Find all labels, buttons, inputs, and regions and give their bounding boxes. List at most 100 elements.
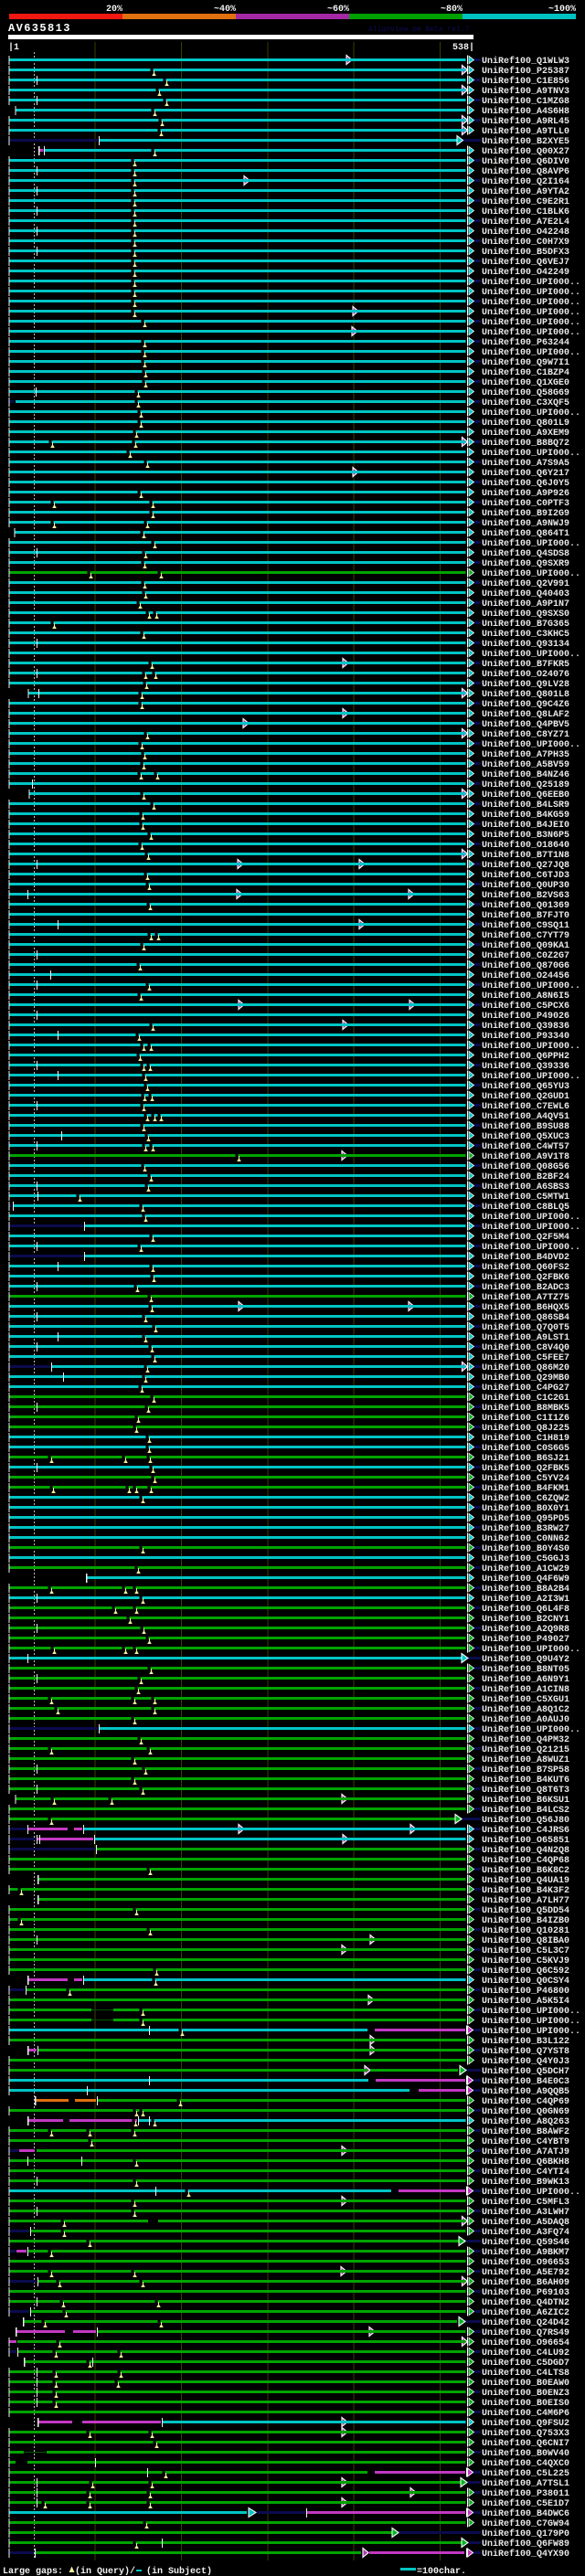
svg-text:UniRef100_B7SP58: UniRef100_B7SP58 xyxy=(482,1765,569,1776)
svg-text:UniRef100_Q870G6: UniRef100_Q870G6 xyxy=(482,960,569,971)
svg-text:UniRef100_B4LCS2: UniRef100_B4LCS2 xyxy=(482,1805,569,1816)
svg-text:UniRef100_C4YBT9: UniRef100_C4YBT9 xyxy=(482,2136,569,2147)
svg-text:UniRef100_C5MFL3: UniRef100_C5MFL3 xyxy=(482,2197,569,2208)
svg-text:AV635813: AV635813 xyxy=(8,22,71,35)
svg-text:UniRef100_P49026: UniRef100_P49026 xyxy=(482,1011,569,1022)
svg-text:UniRef100_A3FQ74: UniRef100_A3FQ74 xyxy=(482,2227,569,2238)
svg-text:UniRef100_Q9FSU2: UniRef100_Q9FSU2 xyxy=(482,2418,569,2429)
svg-text:(in Subject): (in Subject) xyxy=(146,2566,212,2576)
svg-text:UniRef100_B4E0C3: UniRef100_B4E0C3 xyxy=(482,2076,569,2087)
svg-text:UniRef100_Q1XGE0: UniRef100_Q1XGE0 xyxy=(482,377,569,388)
svg-text:UniRef100_C5L225: UniRef100_C5L225 xyxy=(482,2468,569,2479)
svg-text:UniRef100_C5MTW1: UniRef100_C5MTW1 xyxy=(482,1192,569,1203)
svg-text:UniRef100_Q39836: UniRef100_Q39836 xyxy=(482,1021,569,1032)
svg-text:UniRef100_B0WV40: UniRef100_B0WV40 xyxy=(482,2448,569,2459)
svg-text:UniRef100_Q2FBK5: UniRef100_Q2FBK5 xyxy=(482,1463,569,1474)
svg-text:UniRef100_A1CIN8: UniRef100_A1CIN8 xyxy=(482,1684,569,1695)
svg-text:UniRef100_B8AWF2: UniRef100_B8AWF2 xyxy=(482,2126,569,2137)
svg-text:UniRef100_UPI000..: UniRef100_UPI000.. xyxy=(482,1242,580,1253)
svg-text:UniRef100_P49027: UniRef100_P49027 xyxy=(482,1634,569,1645)
svg-text:UniRef100_Q8AVP6: UniRef100_Q8AVP6 xyxy=(482,166,569,177)
svg-text:UniRef100_A7ATJ9: UniRef100_A7ATJ9 xyxy=(482,2147,569,2157)
svg-text:UniRef100_B4JEI0: UniRef100_B4JEI0 xyxy=(482,820,569,831)
svg-text:UniRef100_A9XEM9: UniRef100_A9XEM9 xyxy=(482,428,569,439)
svg-text:UniRef100_B4LSR9: UniRef100_B4LSR9 xyxy=(482,800,569,811)
svg-text:UniRef100_C5L3C7: UniRef100_C5L3C7 xyxy=(482,1945,569,1956)
svg-text:UniRef100_A7S9A5: UniRef100_A7S9A5 xyxy=(482,458,569,469)
svg-text:UniRef100_A9YTA2: UniRef100_A9YTA2 xyxy=(482,186,569,197)
svg-text:UniRef100_C5YV24: UniRef100_C5YV24 xyxy=(482,1473,569,1484)
svg-text:UniRef100_C8BLQ5: UniRef100_C8BLQ5 xyxy=(482,1202,569,1213)
svg-text:UniRef100_A9V1T8: UniRef100_A9V1T8 xyxy=(482,1151,569,1162)
svg-text:~100%: ~100% xyxy=(548,5,576,15)
svg-text:UniRef100_B4DWC6: UniRef100_B4DWC6 xyxy=(482,2508,569,2519)
svg-text:UniRef100_UPI000..: UniRef100_UPI000.. xyxy=(482,649,580,660)
svg-text:UniRef100_Q21215: UniRef100_Q21215 xyxy=(482,1744,569,1755)
svg-text:UniRef100_B4NZ46: UniRef100_B4NZ46 xyxy=(482,769,569,780)
svg-text:UniRef100_B9SU88: UniRef100_B9SU88 xyxy=(482,1121,569,1132)
svg-text:UniRef100_B9WK13: UniRef100_B9WK13 xyxy=(482,2177,569,2188)
svg-text:UniRef100_Q6J0Y5: UniRef100_Q6J0Y5 xyxy=(482,478,569,489)
svg-text:UniRef100_A4S6H8: UniRef100_A4S6H8 xyxy=(482,106,569,117)
svg-text:UniRef100_A2Q9R8: UniRef100_A2Q9R8 xyxy=(482,1624,569,1635)
svg-text:UniRef100_Q179P0: UniRef100_Q179P0 xyxy=(482,2528,569,2539)
svg-text:UniRef100_Q95PD5: UniRef100_Q95PD5 xyxy=(482,1513,569,1524)
svg-text:UniRef100_Q6CNI7: UniRef100_Q6CNI7 xyxy=(482,2438,569,2449)
svg-text:UniRef100_A5E792: UniRef100_A5E792 xyxy=(482,2267,569,2278)
svg-text:UniRef100_A5DAQ8: UniRef100_A5DAQ8 xyxy=(482,2217,569,2228)
svg-text:UniRef100_Q4Y0J3: UniRef100_Q4Y0J3 xyxy=(482,2056,569,2067)
svg-text:UniRef100_Q9U4Y2: UniRef100_Q9U4Y2 xyxy=(482,1654,569,1665)
svg-text:UniRef100_UPI000..: UniRef100_UPI000.. xyxy=(482,1041,580,1052)
svg-text:UniRef100_C0S6G5: UniRef100_C0S6G5 xyxy=(482,1443,569,1454)
svg-text:UniRef100_Q7RS49: UniRef100_Q7RS49 xyxy=(482,2327,569,2338)
svg-text:UniRef100_B8A2B4: UniRef100_B8A2B4 xyxy=(482,1584,569,1595)
svg-text:UniRef100_A9QQB5: UniRef100_A9QQB5 xyxy=(482,2086,569,2097)
svg-text:UniRef100_B2VS63: UniRef100_B2VS63 xyxy=(482,890,569,901)
svg-text:UniRef100_O24076: UniRef100_O24076 xyxy=(482,669,569,680)
svg-text:UniRef100_Q1WLW3: UniRef100_Q1WLW3 xyxy=(482,56,569,67)
svg-text:UniRef100_C3KHC5: UniRef100_C3KHC5 xyxy=(482,629,569,640)
svg-text:UniRef100_A9BKM7: UniRef100_A9BKM7 xyxy=(482,2247,569,2258)
svg-text:UniRef100_C0NN62: UniRef100_C0NN62 xyxy=(482,1533,569,1544)
svg-text:UniRef100_Q9C4Z6: UniRef100_Q9C4Z6 xyxy=(482,699,569,710)
svg-text:UniRef100_B8MBK5: UniRef100_B8MBK5 xyxy=(482,1403,569,1414)
svg-text:UniRef100_Q6Y217: UniRef100_Q6Y217 xyxy=(482,468,569,479)
svg-text:UniRef100_UPI000..: UniRef100_UPI000.. xyxy=(482,1724,580,1735)
svg-text:UniRef100_C7GW94: UniRef100_C7GW94 xyxy=(482,2518,569,2529)
svg-text:UniRef100_A9RL45: UniRef100_A9RL45 xyxy=(482,116,569,127)
svg-text:UniRef100_Q4SDS8: UniRef100_Q4SDS8 xyxy=(482,548,569,559)
svg-text:UniRef100_O96653: UniRef100_O96653 xyxy=(482,2257,569,2268)
svg-text:UniRef100_C5DGD7: UniRef100_C5DGD7 xyxy=(482,2358,569,2369)
svg-text:UniRef100_C4LTS8: UniRef100_C4LTS8 xyxy=(482,2368,569,2379)
svg-text:UniRef100_Q09KA1: UniRef100_Q09KA1 xyxy=(482,940,569,951)
svg-text:Large gaps:: Large gaps: xyxy=(3,2567,63,2576)
svg-text:UniRef100_A9P1N7: UniRef100_A9P1N7 xyxy=(482,599,569,610)
svg-text:UniRef100_B7FKR5: UniRef100_B7FKR5 xyxy=(482,659,569,670)
svg-text:UniRef100_UPI000..: UniRef100_UPI000.. xyxy=(482,1644,580,1655)
svg-text:UniRef100_C9E2R1: UniRef100_C9E2R1 xyxy=(482,196,569,207)
svg-text:UniRef100_C0H7X9: UniRef100_C0H7X9 xyxy=(482,237,569,248)
svg-text:UniRef100_Q4N2Q8: UniRef100_Q4N2Q8 xyxy=(482,1845,569,1856)
svg-text:538|: 538| xyxy=(452,42,474,53)
svg-text:UniRef100_C1H819: UniRef100_C1H819 xyxy=(482,1433,569,1444)
svg-text:UniRef100_B4KUT6: UniRef100_B4KUT6 xyxy=(482,1775,569,1786)
svg-text:UniRef100_UPI000..: UniRef100_UPI000.. xyxy=(482,307,580,318)
svg-text:UniRef100_UPI000..: UniRef100_UPI000.. xyxy=(482,2026,580,2037)
svg-text:UniRef100_B0EIS0: UniRef100_B0EIS0 xyxy=(482,2398,569,2409)
svg-text:UniRef100_A9TLL0: UniRef100_A9TLL0 xyxy=(482,126,569,137)
svg-text:UniRef100_C8YZ71: UniRef100_C8YZ71 xyxy=(482,729,569,740)
svg-text:UniRef100_Q10281: UniRef100_Q10281 xyxy=(482,1925,569,1936)
svg-text:UniRef100_A8Q1C2: UniRef100_A8Q1C2 xyxy=(482,1704,569,1715)
svg-text:UniRef100_A7E2L4: UniRef100_A7E2L4 xyxy=(482,217,569,228)
svg-text:UniRef100_A7TZ75: UniRef100_A7TZ75 xyxy=(482,1292,569,1303)
svg-text:UniRef100_B8NT05: UniRef100_B8NT05 xyxy=(482,1664,569,1675)
svg-text:UniRef100_B9I2G9: UniRef100_B9I2G9 xyxy=(482,508,569,519)
svg-text:UniRef100_B0Y4S0: UniRef100_B0Y4S0 xyxy=(482,1543,569,1554)
svg-text:UniRef100_A2I3W1: UniRef100_A2I3W1 xyxy=(482,1594,569,1605)
svg-text:UniRef100_C4PG27: UniRef100_C4PG27 xyxy=(482,1383,569,1394)
svg-text:UniRef100_C4QXC0: UniRef100_C4QXC0 xyxy=(482,2458,569,2469)
svg-text:UniRef100_Q86SB4: UniRef100_Q86SB4 xyxy=(482,1312,569,1323)
svg-text:UniRef100_UPI000..: UniRef100_UPI000.. xyxy=(482,2006,580,2017)
svg-text:UniRef100_Q0CSY4: UniRef100_Q0CSY4 xyxy=(482,1976,569,1987)
svg-text:UniRef100_Q4F6W9: UniRef100_Q4F6W9 xyxy=(482,1574,569,1585)
